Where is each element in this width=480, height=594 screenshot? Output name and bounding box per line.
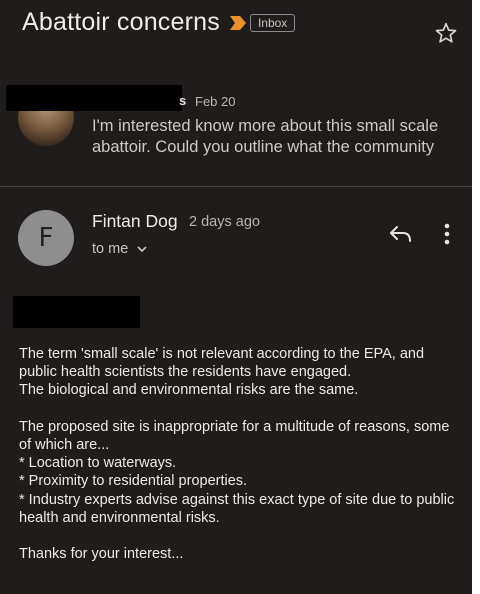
- reply-icon[interactable]: [388, 222, 414, 246]
- collapsed-message-date: Feb 20: [195, 94, 236, 109]
- subject-row: Abattoir concerns Inbox: [22, 8, 296, 37]
- body-paragraph: The proposed site is inappropriate for a…: [19, 418, 450, 453]
- redacted-greeting: [13, 296, 140, 328]
- sender-avatar[interactable]: F: [18, 210, 74, 266]
- avatar-letter: F: [38, 223, 54, 253]
- recipient-details-toggle[interactable]: to me: [92, 241, 148, 257]
- message-body: The term 'small scale' is not relevant a…: [19, 345, 459, 563]
- email-subject: Abattoir concerns: [22, 8, 220, 36]
- body-bullet: * Proximity to residential properties.: [19, 473, 248, 490]
- body-paragraph: The term 'small scale' is not relevant a…: [19, 346, 425, 381]
- body-blank-line: [19, 400, 459, 418]
- body-bullet: * Industry experts advise against this e…: [19, 491, 455, 526]
- message-divider: [0, 186, 472, 187]
- body-blank-line: [19, 527, 459, 545]
- body-bullet: * Location to waterways.: [19, 455, 177, 472]
- inbox-label-chip[interactable]: Inbox: [249, 13, 296, 32]
- collapsed-sender-name-tail: s: [179, 93, 187, 108]
- body-paragraph: The biological and environmental risks a…: [19, 382, 359, 399]
- more-vert-icon[interactable]: [439, 222, 455, 246]
- sender-name[interactable]: Fintan Dog: [92, 211, 178, 232]
- star-icon[interactable]: [434, 21, 458, 45]
- chevron-down-icon: [137, 246, 147, 253]
- email-thread-screen: Abattoir concerns Inbox s Feb 20 I'm int…: [0, 0, 472, 594]
- message-time: 2 days ago: [189, 214, 260, 230]
- importance-marker-icon[interactable]: [229, 15, 246, 30]
- redacted-sender-name: [6, 85, 182, 111]
- body-signoff: Thanks for your interest...: [19, 546, 184, 563]
- recipient-text: to me: [92, 241, 129, 257]
- collapsed-message-snippet: I'm interested know more about this smal…: [92, 117, 439, 156]
